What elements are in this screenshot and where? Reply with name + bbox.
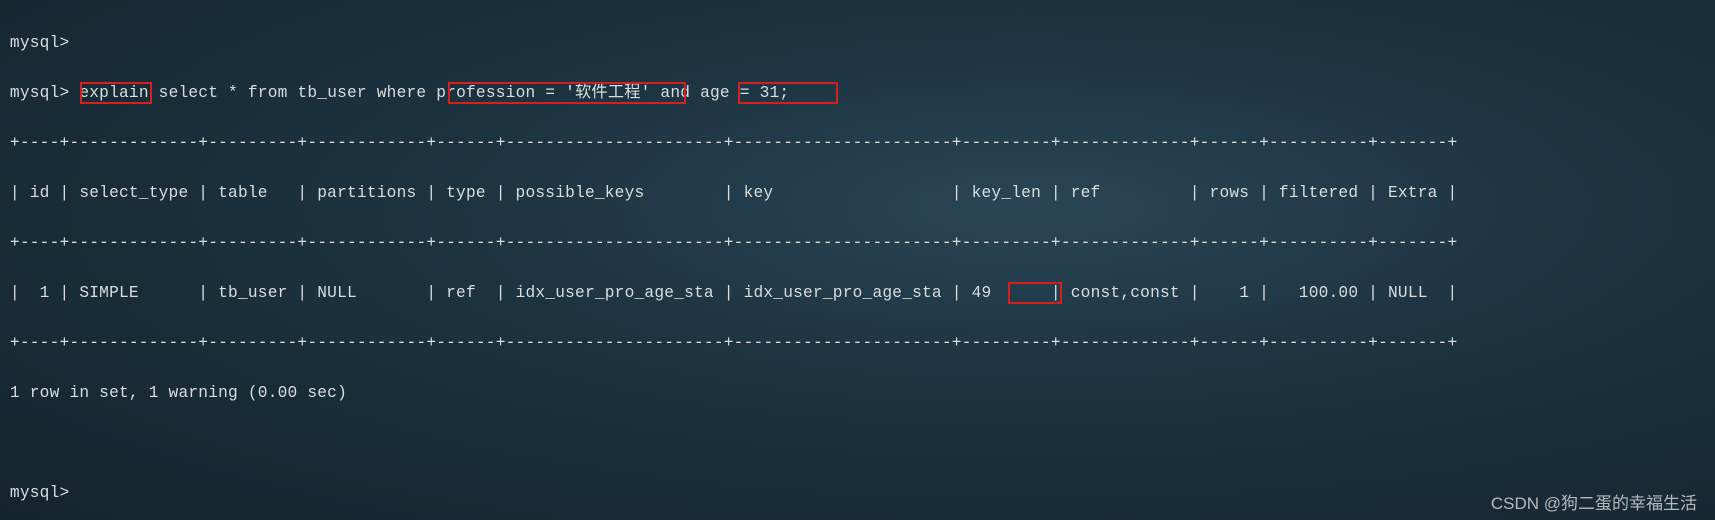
- sep-text: +----+-------------+---------+----------…: [10, 134, 1457, 152]
- prompt-line: mysql>: [0, 31, 1715, 56]
- query1-mid2: and: [651, 84, 701, 102]
- query1-mid1: select * from tb_user where: [149, 84, 437, 102]
- row-pre: | 1 | SIMPLE | tb_user | NULL | ref | id…: [10, 284, 972, 302]
- sep-text: +----+-------------+---------+----------…: [10, 234, 1457, 252]
- mysql-prompt: mysql>: [10, 484, 70, 502]
- terminal-output: mysql> mysql> explain select * from tb_u…: [0, 0, 1715, 520]
- table-sep: +----+-------------+---------+----------…: [0, 131, 1715, 156]
- result-footer: 1 row in set, 1 warning (0.00 sec): [0, 381, 1715, 406]
- footer-text: 1 row in set, 1 warning (0.00 sec): [10, 384, 347, 402]
- table-header: | id | select_type | table | partitions …: [0, 181, 1715, 206]
- table-sep: +----+-------------+---------+----------…: [0, 231, 1715, 256]
- table-row: | 1 | SIMPLE | tb_user | NULL | ref | id…: [0, 281, 1715, 306]
- header-text: | id | select_type | table | partitions …: [10, 184, 1457, 202]
- sep-text: +----+-------------+---------+----------…: [10, 334, 1457, 352]
- keylen-value: 49: [972, 284, 992, 302]
- explain-keyword: explain: [79, 84, 148, 102]
- query1-cond2: age = 31;: [700, 84, 789, 102]
- row-post: | const,const | 1 | 100.00 | NULL |: [991, 284, 1457, 302]
- prompt-text: mysql>: [10, 84, 79, 102]
- blank-line: [0, 431, 1715, 456]
- query1-cond1: profession = '软件工程': [436, 84, 650, 102]
- prompt-line: mysql>: [0, 481, 1715, 506]
- query1-line: mysql> explain select * from tb_user whe…: [0, 81, 1715, 106]
- watermark-text: CSDN @狗二蛋的幸福生活: [1491, 489, 1697, 514]
- mysql-prompt: mysql>: [10, 34, 70, 52]
- table-sep: +----+-------------+---------+----------…: [0, 331, 1715, 356]
